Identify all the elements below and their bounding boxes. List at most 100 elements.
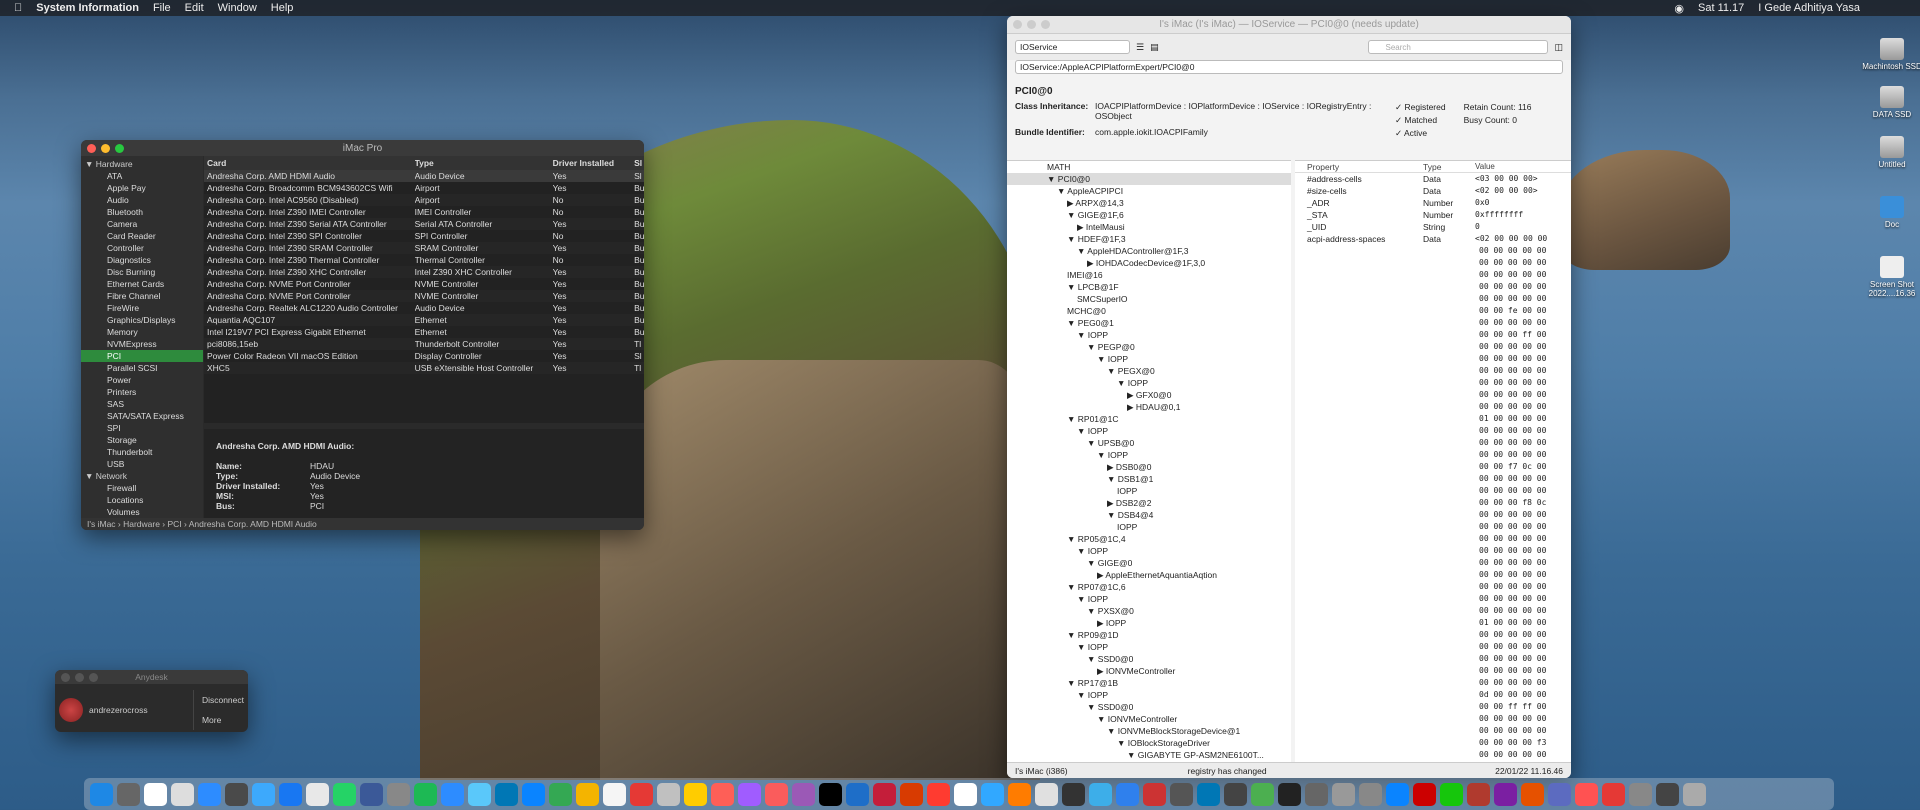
sidebar-item[interactable]: ATA bbox=[81, 170, 203, 182]
tree-node[interactable]: ▼ PXSX@0 bbox=[1007, 605, 1291, 617]
dock-app-icon[interactable] bbox=[657, 782, 680, 806]
tree-node[interactable]: IOPP bbox=[1007, 485, 1291, 497]
sidebar-item[interactable]: Card Reader bbox=[81, 230, 203, 242]
tree-node[interactable]: ▼ AppleACPIPCI bbox=[1007, 185, 1291, 197]
dock-app-icon[interactable] bbox=[1494, 782, 1517, 806]
dock-app-icon[interactable] bbox=[873, 782, 896, 806]
table-row[interactable]: Andresha Corp. Intel Z390 SPI Controller… bbox=[204, 230, 644, 242]
tree-node[interactable]: ▶ IntelMausi bbox=[1007, 221, 1291, 233]
dock-app-icon[interactable] bbox=[1413, 782, 1436, 806]
dock-app-icon[interactable] bbox=[1359, 782, 1382, 806]
tree-node[interactable]: ▼ RP09@1D bbox=[1007, 629, 1291, 641]
dock-app-icon[interactable] bbox=[846, 782, 869, 806]
desktop-icon-machintosh-ssd[interactable]: Machintosh SSD bbox=[1860, 38, 1920, 71]
tree-node[interactable]: ▼ GIGE@1F,6 bbox=[1007, 209, 1291, 221]
tree-node[interactable]: ▼ IOPP bbox=[1007, 641, 1291, 653]
table-row[interactable]: Andresha Corp. Intel Z390 Serial ATA Con… bbox=[204, 218, 644, 230]
tree-node[interactable]: ▼ HDEF@1F,3 bbox=[1007, 233, 1291, 245]
sidebar-item[interactable]: Volumes bbox=[81, 506, 203, 518]
tree-node[interactable]: ▼ IOPP bbox=[1007, 377, 1291, 389]
sidebar-item[interactable]: SATA/SATA Express bbox=[81, 410, 203, 422]
tree-node[interactable]: ▼ IOPP bbox=[1007, 545, 1291, 557]
tree-node[interactable]: MATH bbox=[1007, 161, 1291, 173]
dock-app-icon[interactable] bbox=[225, 782, 248, 806]
disclosure-icon[interactable]: ▼ bbox=[85, 159, 96, 169]
sidebar-item[interactable]: Apple Pay bbox=[81, 182, 203, 194]
sidebar-item[interactable]: NVMExpress bbox=[81, 338, 203, 350]
dock-app-icon[interactable] bbox=[1143, 782, 1166, 806]
table-row[interactable]: Andresha Corp. Intel Z390 XHC Controller… bbox=[204, 266, 644, 278]
table-row[interactable]: Andresha Corp. NVME Port Controller NVME … bbox=[204, 278, 644, 290]
menu-edit[interactable]: Edit bbox=[185, 2, 204, 14]
dock-app-icon[interactable] bbox=[603, 782, 626, 806]
sidebar-item[interactable]: PCI bbox=[81, 350, 203, 362]
dock-app-icon[interactable] bbox=[522, 782, 545, 806]
tree-node[interactable]: ▼ RP01@1C bbox=[1007, 413, 1291, 425]
sidebar-item[interactable]: Thunderbolt bbox=[81, 446, 203, 458]
property-row[interactable]: #address-cells Data <03 00 00 00> bbox=[1295, 173, 1571, 185]
dock-app-icon[interactable] bbox=[468, 782, 491, 806]
sidebar-item[interactable]: Camera bbox=[81, 218, 203, 230]
column-driver[interactable]: Driver Installed bbox=[553, 156, 634, 170]
dock-app-icon[interactable] bbox=[144, 782, 167, 806]
tree-node[interactable]: ▼ IOPP bbox=[1007, 689, 1291, 701]
sidebar-item[interactable]: Diagnostics bbox=[81, 254, 203, 266]
tree-node[interactable]: ▼ IOPP bbox=[1007, 593, 1291, 605]
sidebar-item[interactable]: Bluetooth bbox=[81, 206, 203, 218]
table-row[interactable]: Intel I219V7 PCI Express Gigabit Etherne… bbox=[204, 326, 644, 338]
tree-node[interactable]: ▶ DSB0@0 bbox=[1007, 461, 1291, 473]
table-row[interactable]: Andresha Corp. NVME Port Controller NVME … bbox=[204, 290, 644, 302]
dock-app-icon[interactable] bbox=[360, 782, 383, 806]
sidebar-item[interactable]: USB bbox=[81, 458, 203, 470]
column-type[interactable]: Type bbox=[415, 156, 553, 170]
tree-node[interactable]: ▶ IOPP bbox=[1007, 617, 1291, 629]
dock-app-icon[interactable] bbox=[927, 782, 950, 806]
table-row[interactable]: Power Color Radeon VII macOS Edition Disp… bbox=[204, 350, 644, 362]
table-row[interactable]: Andresha Corp. Intel AC9560 (Disabled) Ai… bbox=[204, 194, 644, 206]
column-card[interactable]: Card bbox=[204, 156, 415, 170]
user-name[interactable]: I Gede Adhitiya Yasa bbox=[1758, 2, 1860, 14]
dock-app-icon[interactable] bbox=[1089, 782, 1112, 806]
property-row[interactable]: #size-cells Data <02 00 00 00> bbox=[1295, 185, 1571, 197]
tree-node[interactable]: ▼ PEGX@0 bbox=[1007, 365, 1291, 377]
tree-node[interactable]: ▼ IOPP bbox=[1007, 425, 1291, 437]
column-property[interactable]: Property bbox=[1295, 161, 1423, 172]
dock-app-icon[interactable] bbox=[981, 782, 1004, 806]
dock-app-icon[interactable] bbox=[630, 782, 653, 806]
sidebar-item[interactable]: SAS bbox=[81, 398, 203, 410]
disclosure-icon[interactable]: ▼ bbox=[85, 471, 96, 481]
tree-node[interactable]: ▼ IONVMeBlockStorageDevice@1 bbox=[1007, 725, 1291, 737]
dock-app-icon[interactable] bbox=[819, 782, 842, 806]
dock-app-icon[interactable] bbox=[549, 782, 572, 806]
tree-node[interactable]: ▶ ARPX@14,3 bbox=[1007, 197, 1291, 209]
dock-app-icon[interactable] bbox=[1332, 782, 1355, 806]
dock-app-icon[interactable] bbox=[1197, 782, 1220, 806]
dock-app-icon[interactable] bbox=[495, 782, 518, 806]
dock-app-icon[interactable] bbox=[792, 782, 815, 806]
tree-node[interactable]: ▼ PEGP@0 bbox=[1007, 341, 1291, 353]
app-menu[interactable]: System Information bbox=[36, 2, 139, 14]
sidebar-item[interactable]: Printers bbox=[81, 386, 203, 398]
property-row[interactable]: _UID String 0 bbox=[1295, 221, 1571, 233]
dock-app-icon[interactable] bbox=[1224, 782, 1247, 806]
table-row[interactable]: Andresha Corp. AMD HDMI Audio Audio Devic… bbox=[204, 170, 644, 182]
sidebar-item[interactable]: Graphics/Displays bbox=[81, 314, 203, 326]
tree-node[interactable]: IOPP bbox=[1007, 521, 1291, 533]
dock-app-icon[interactable] bbox=[1656, 782, 1679, 806]
sidebar-item[interactable]: Controller bbox=[81, 242, 203, 254]
table-row[interactable]: XHC5 USB eXtensible Host Controller Yes Tl bbox=[204, 362, 644, 374]
table-row[interactable]: Andresha Corp. Realtek ALC1220 Audio Con… bbox=[204, 302, 644, 314]
desktop-icon-untitled[interactable]: Untitled bbox=[1860, 136, 1920, 169]
tree-node[interactable]: ▼ IONVMeController bbox=[1007, 713, 1291, 725]
tree-node[interactable]: ▼ RP17@1B bbox=[1007, 677, 1291, 689]
tree-node[interactable]: SMCSuperIO bbox=[1007, 293, 1291, 305]
sidebar-item[interactable]: Locations bbox=[81, 494, 203, 506]
tree-node[interactable]: ▼ LPCB@1F bbox=[1007, 281, 1291, 293]
tree-node[interactable]: ▼ GIGE@0 bbox=[1007, 557, 1291, 569]
list-view-icon[interactable]: ☰ bbox=[1136, 42, 1144, 53]
dock-app-icon[interactable] bbox=[1278, 782, 1301, 806]
dock-app-icon[interactable] bbox=[576, 782, 599, 806]
dock-app-icon[interactable] bbox=[954, 782, 977, 806]
tree-node[interactable]: ▼ SSD0@0 bbox=[1007, 653, 1291, 665]
property-row[interactable]: _STA Number 0xffffffff bbox=[1295, 209, 1571, 221]
